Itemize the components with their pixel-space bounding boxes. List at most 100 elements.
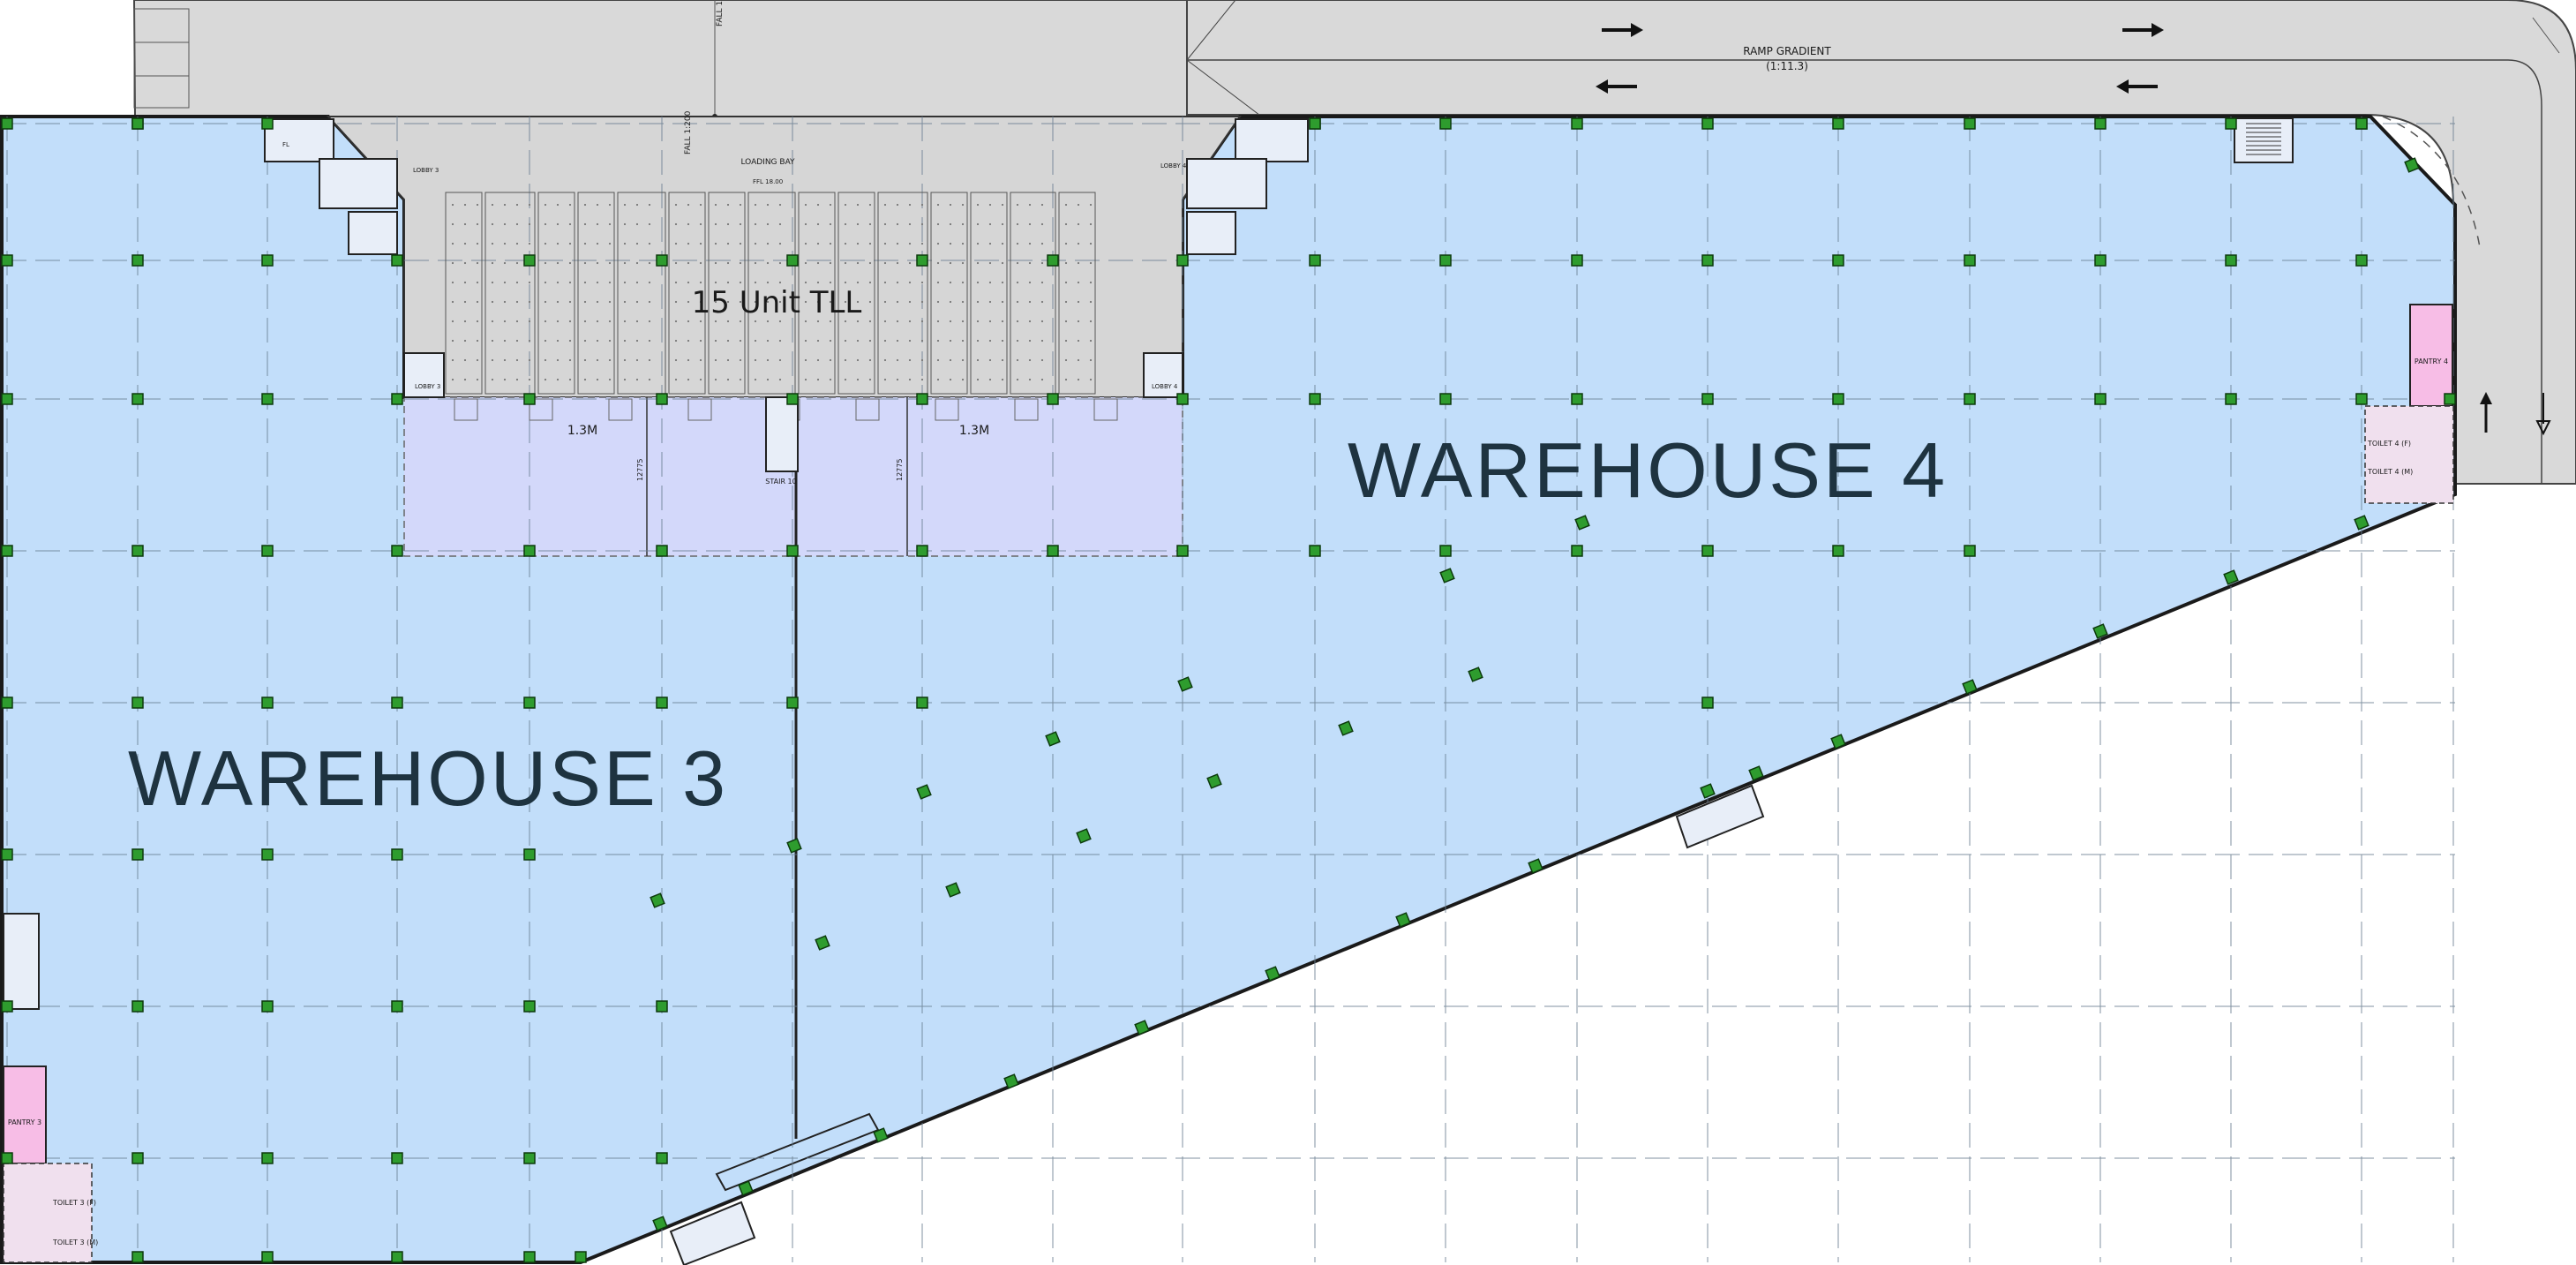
bay-hatch-dot	[868, 378, 872, 381]
structural-column	[2355, 117, 2368, 130]
bay-hatch-dot	[1040, 242, 1044, 245]
bay-hatch-dot	[544, 222, 547, 226]
structural-column	[2094, 254, 2107, 267]
bay-hatch-dot	[623, 242, 627, 245]
structural-column	[391, 1152, 403, 1164]
bay-hatch-dot	[714, 339, 717, 343]
structural-column	[1964, 117, 1976, 130]
bay-hatch-dot	[648, 203, 651, 207]
bay-hatch-dot	[1077, 378, 1080, 381]
structural-column	[1439, 393, 1452, 405]
bay-hatch-dot	[754, 358, 757, 362]
bay-hatch-dot	[674, 300, 678, 304]
structural-column	[1309, 393, 1321, 405]
bay-hatch-dot	[635, 358, 639, 362]
toilet-4-block	[2364, 405, 2454, 504]
bay-hatch-dot	[844, 203, 847, 207]
bay-hatch-dot	[648, 242, 651, 245]
bay-hatch-dot	[568, 358, 572, 362]
bay-hatch-dot	[988, 300, 992, 304]
pantry-4-label: PANTRY 4	[2415, 358, 2448, 365]
lobby-label-4: LOBBY 4	[1152, 383, 1178, 390]
structural-column	[1964, 393, 1976, 405]
structural-column	[1, 117, 13, 130]
structural-column	[391, 848, 403, 861]
bay-hatch-dot	[868, 261, 872, 265]
bay-hatch-dot	[544, 378, 547, 381]
structural-column	[1832, 545, 1844, 557]
bay-hatch-dot	[583, 242, 587, 245]
structural-column	[1047, 393, 1059, 405]
bay-hatch-dot	[596, 358, 599, 362]
bay-hatch-dot	[463, 300, 467, 304]
bay-hatch-dot	[674, 320, 678, 323]
bay-hatch-dot	[961, 378, 965, 381]
bay-hatch-dot	[635, 261, 639, 265]
bay-hatch-dot	[544, 261, 547, 265]
structural-column	[1964, 545, 1976, 557]
structural-column	[575, 1251, 587, 1263]
bay-hatch-dot	[766, 261, 770, 265]
bay-hatch-dot	[766, 222, 770, 226]
stair-core-dock	[765, 396, 799, 472]
ramp-gradient-value: (1:11.3)	[1766, 60, 1808, 72]
structural-column	[656, 1000, 668, 1013]
bay-hatch-dot	[476, 320, 479, 323]
bay-hatch-dot	[883, 222, 887, 226]
bay-hatch-dot	[583, 339, 587, 343]
structural-column	[916, 545, 928, 557]
bay-hatch-dot	[528, 242, 531, 245]
bay-hatch-dot	[596, 281, 599, 284]
bay-hatch-dot	[908, 320, 912, 323]
bay-hatch-dot	[896, 222, 899, 226]
bay-hatch-dot	[1040, 261, 1044, 265]
bay-hatch-dot	[739, 242, 742, 245]
bay-hatch-dot	[1001, 281, 1004, 284]
structural-column	[1701, 545, 1714, 557]
bay-hatch-dot	[503, 300, 507, 304]
bay-hatch-dot	[936, 261, 940, 265]
bay-hatch-dot	[766, 203, 770, 207]
bay-hatch-dot	[1001, 203, 1004, 207]
bay-hatch-dot	[1077, 281, 1080, 284]
bay-hatch-dot	[476, 222, 479, 226]
bay-hatch-dot	[976, 222, 980, 226]
bay-hatch-dot	[583, 203, 587, 207]
structural-column	[1439, 545, 1452, 557]
bay-hatch-dot	[856, 203, 860, 207]
bay-hatch-dot	[988, 203, 992, 207]
bay-hatch-dot	[754, 378, 757, 381]
structural-column	[1832, 117, 1844, 130]
bay-hatch-dot	[804, 358, 807, 362]
bay-hatch-dot	[687, 242, 690, 245]
structural-column	[656, 393, 668, 405]
bay-hatch-dot	[988, 339, 992, 343]
bay-hatch-dot	[856, 320, 860, 323]
bay-hatch-dot	[674, 378, 678, 381]
ramp-gradient-label: RAMP GRADIENT	[1743, 45, 1831, 57]
bay-hatch-dot	[726, 242, 730, 245]
stair-core-left-wall	[3, 913, 40, 1010]
bay-hatch-dot	[883, 378, 887, 381]
structural-column	[131, 848, 144, 861]
bay-hatch-dot	[883, 242, 887, 245]
bay-hatch-dot	[739, 261, 742, 265]
bay-hatch-dot	[816, 339, 820, 343]
bay-hatch-dot	[515, 261, 519, 265]
toilet-3m-label: TOILET 3 (M)	[52, 1239, 98, 1246]
structural-column	[1571, 254, 1583, 267]
bay-hatch-dot	[463, 339, 467, 343]
bay-hatch-dot	[1040, 300, 1044, 304]
bay-hatch-dot	[936, 358, 940, 362]
bay-hatch-dot	[687, 339, 690, 343]
bay-hatch-dot	[754, 242, 757, 245]
bay-hatch-dot	[1016, 300, 1019, 304]
bay-hatch-dot	[766, 339, 770, 343]
bay-hatch-dot	[714, 320, 717, 323]
bay-hatch-dot	[608, 222, 612, 226]
bay-hatch-dot	[1028, 378, 1032, 381]
bay-hatch-dot	[1089, 300, 1093, 304]
bay-hatch-dot	[829, 358, 832, 362]
bay-hatch-dot	[754, 203, 757, 207]
bay-hatch-dot	[556, 242, 560, 245]
